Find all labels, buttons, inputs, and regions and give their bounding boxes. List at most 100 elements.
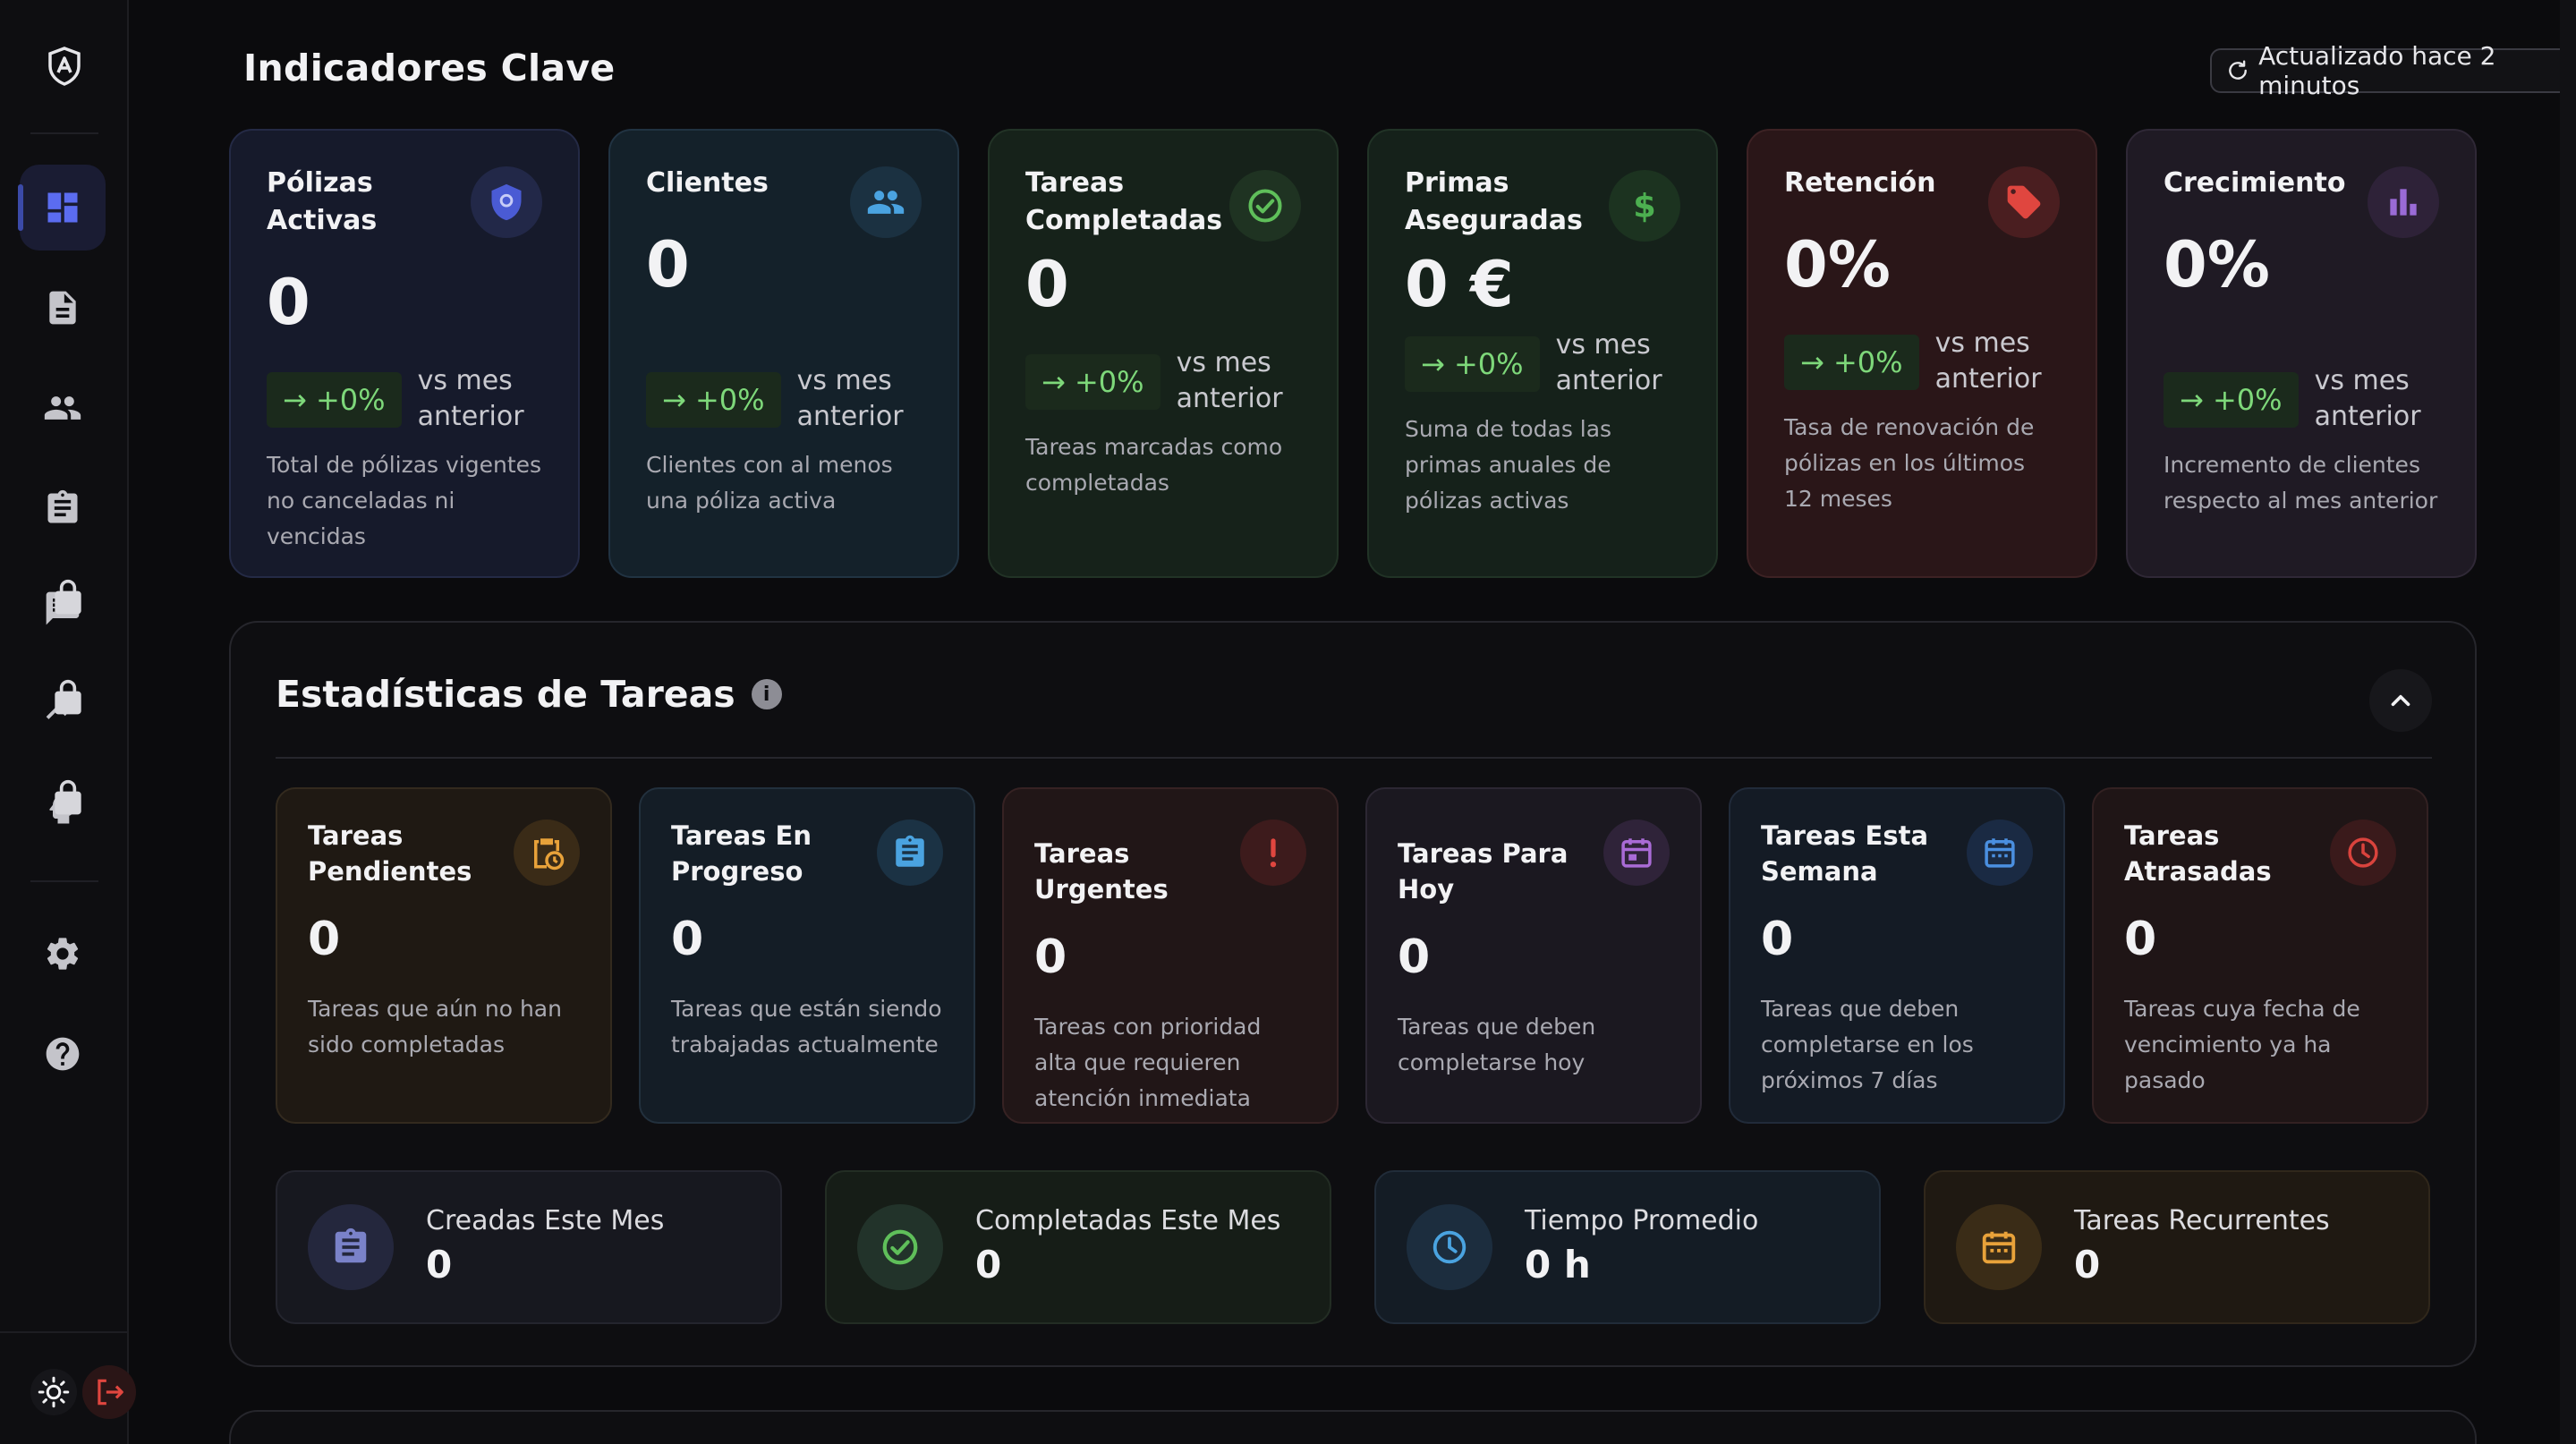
- clipboard-clock-icon: [514, 820, 580, 886]
- task-description: Tareas que están siendo trabajadas actua…: [671, 996, 942, 1058]
- summary-label: Creadas Este Mes: [426, 1205, 665, 1236]
- task-value: 0: [671, 913, 704, 966]
- kpi-card-polizas[interactable]: Pólizas Activas 0 → +0% vs mes anterior …: [229, 129, 580, 578]
- kpi-card-clientes[interactable]: Clientes 0 → +0% vs mes anterior Cliente…: [608, 129, 959, 578]
- collapse-button[interactable]: [2369, 669, 2432, 732]
- summary-value: 0: [2074, 1243, 2101, 1287]
- clipboard-icon: [47, 489, 78, 523]
- check-circle-icon: [1229, 170, 1301, 242]
- sun-icon: [38, 1376, 70, 1408]
- task-card-para-hoy[interactable]: Tareas Para Hoy 0 Tareas que deben compl…: [1365, 787, 1702, 1124]
- kpi-trend-badge: → +0%: [1025, 354, 1160, 410]
- summary-card-recurrentes[interactable]: Tareas Recurrentes 0: [1924, 1170, 2430, 1324]
- calendar-today-icon: [1603, 820, 1670, 886]
- page-title: Indicadores Clave: [243, 47, 616, 89]
- summary-label: Tareas Recurrentes: [2074, 1205, 2330, 1236]
- task-description: Tareas que deben completarse en los próx…: [1761, 996, 1974, 1093]
- task-value: 0: [1034, 930, 1067, 984]
- info-icon[interactable]: i: [751, 679, 782, 709]
- document-icon: [49, 291, 76, 325]
- sidebar-item-help[interactable]: [20, 1011, 106, 1097]
- task-card-en-progreso[interactable]: Tareas En Progreso 0 Tareas que están si…: [639, 787, 975, 1124]
- people-icon: [44, 396, 81, 420]
- summary-card-completadas[interactable]: Completadas Este Mes 0: [825, 1170, 1331, 1324]
- chevron-up-icon: [2391, 694, 2410, 707]
- summary-label: Tiempo Promedio: [1525, 1205, 1759, 1236]
- app-logo-icon[interactable]: [38, 39, 91, 93]
- scrollbar[interactable]: [2560, 0, 2576, 1444]
- check-circle-icon: [857, 1204, 943, 1290]
- task-title: Tareas En Progreso: [671, 820, 812, 887]
- shield-icon: [471, 166, 542, 238]
- kpi-trend-badge: → +0%: [1405, 336, 1540, 392]
- stats-title-text: Estadísticas de Tareas: [276, 673, 735, 716]
- task-description: Tareas que deben completarse hoy: [1398, 1014, 1596, 1075]
- sidebar-item-dashboard[interactable]: [18, 165, 106, 251]
- clipboard-list-icon: [308, 1204, 394, 1290]
- sidebar-item-messages[interactable]: [20, 565, 106, 651]
- kpi-card-retencion[interactable]: Retención 0% → +0% vs mes anterior Tasa …: [1747, 129, 2097, 578]
- section-divider: [276, 757, 2432, 759]
- calendar-icon: [1956, 1204, 2042, 1290]
- kpi-card-tareas-completadas[interactable]: Tareas Completadas 0 → +0% vs mes anteri…: [988, 129, 1339, 578]
- clock-icon: [1407, 1204, 1492, 1290]
- refresh-status-button[interactable]: Actualizado hace 2 minutos: [2210, 41, 2576, 100]
- bar-chart-icon: [2368, 166, 2439, 238]
- summary-value: 0 h: [1525, 1243, 1591, 1287]
- sidebar-item-settings[interactable]: [20, 911, 106, 997]
- task-value: 0: [1761, 913, 1794, 966]
- exclamation-icon: [1240, 820, 1306, 886]
- kpi-value: 0: [1025, 248, 1069, 321]
- updated-label: Actualizado hace 2 minutos: [2258, 41, 2496, 100]
- sidebar-item-documents[interactable]: [20, 265, 106, 351]
- clock-alert-icon: [2330, 820, 2396, 886]
- logout-button[interactable]: [82, 1365, 136, 1419]
- main-content: Indicadores Clave Actualizado hace 2 min…: [129, 0, 2576, 1444]
- tag-icon: [1988, 166, 2060, 238]
- theme-toggle-button[interactable]: [30, 1369, 77, 1415]
- kpi-description: Clientes con al menos una póliza activa: [646, 452, 893, 514]
- kpi-value: 0%: [2164, 228, 2270, 302]
- next-section-card: [229, 1410, 2477, 1444]
- kpi-trend-badge: → +0%: [2164, 372, 2299, 428]
- kpi-title: Primas Aseguradas: [1405, 167, 1583, 236]
- kpi-title: Tareas Completadas: [1025, 167, 1223, 236]
- kpi-card-primas[interactable]: Primas Aseguradas $ 0 € → +0% vs mes ant…: [1367, 129, 1718, 578]
- sidebar-item-ai[interactable]: [20, 766, 106, 852]
- task-value: 0: [308, 913, 341, 966]
- dashboard-icon: [47, 192, 78, 223]
- kpi-title: Crecimiento: [2164, 167, 2346, 199]
- kpi-title: Retención: [1784, 167, 1936, 199]
- logout-icon: [98, 1379, 123, 1406]
- task-title: Tareas Urgentes: [1034, 838, 1169, 905]
- kpi-trend-badge: → +0%: [1784, 335, 1919, 390]
- summary-card-tiempo-promedio[interactable]: Tiempo Promedio 0 h: [1374, 1170, 1881, 1324]
- task-title: Tareas Para Hoy: [1398, 838, 1569, 905]
- task-description: Tareas cuya fecha de vencimiento ya ha p…: [2124, 996, 2360, 1093]
- kpi-trend-badge: → +0%: [646, 372, 781, 428]
- task-card-pendientes[interactable]: Tareas Pendientes 0 Tareas que aún no ha…: [276, 787, 612, 1124]
- kpi-vs-label: vs mes anterior: [1176, 347, 1283, 414]
- kpi-card-crecimiento[interactable]: Crecimiento 0% → +0% vs mes anterior Inc…: [2126, 129, 2477, 578]
- kpi-value: 0 €: [1405, 248, 1514, 321]
- sidebar-item-tasks[interactable]: [20, 465, 106, 551]
- task-card-urgentes[interactable]: Tareas Urgentes 0 Tareas con prioridad a…: [1002, 787, 1339, 1124]
- kpi-description: Tareas marcadas como completadas: [1025, 434, 1283, 496]
- svg-text:$: $: [1633, 187, 1656, 225]
- task-card-esta-semana[interactable]: Tareas Esta Semana 0 Tareas que deben co…: [1729, 787, 2065, 1124]
- kpi-description: Tasa de renovación de pólizas en los últ…: [1784, 414, 2035, 512]
- kpi-value: 0: [267, 266, 310, 339]
- task-stats-section: Estadísticas de Tareas i Tareas Pendient…: [229, 621, 2477, 1367]
- summary-card-creadas[interactable]: Creadas Este Mes 0: [276, 1170, 782, 1324]
- task-card-atrasadas[interactable]: Tareas Atrasadas 0 Tareas cuya fecha de …: [2092, 787, 2428, 1124]
- task-title: Tareas Pendientes: [308, 820, 472, 887]
- sidebar-item-analytics[interactable]: [20, 666, 106, 752]
- kpi-value: 0%: [1784, 228, 1891, 302]
- task-description: Tareas con prioridad alta que requieren …: [1034, 1014, 1262, 1111]
- dollar-icon: $: [1609, 170, 1680, 242]
- summary-value: 0: [975, 1243, 1002, 1287]
- task-value: 0: [1398, 930, 1431, 984]
- task-title: Tareas Atrasadas: [2124, 820, 2272, 887]
- kpi-value: 0: [646, 228, 690, 302]
- sidebar-item-clients[interactable]: [20, 365, 106, 451]
